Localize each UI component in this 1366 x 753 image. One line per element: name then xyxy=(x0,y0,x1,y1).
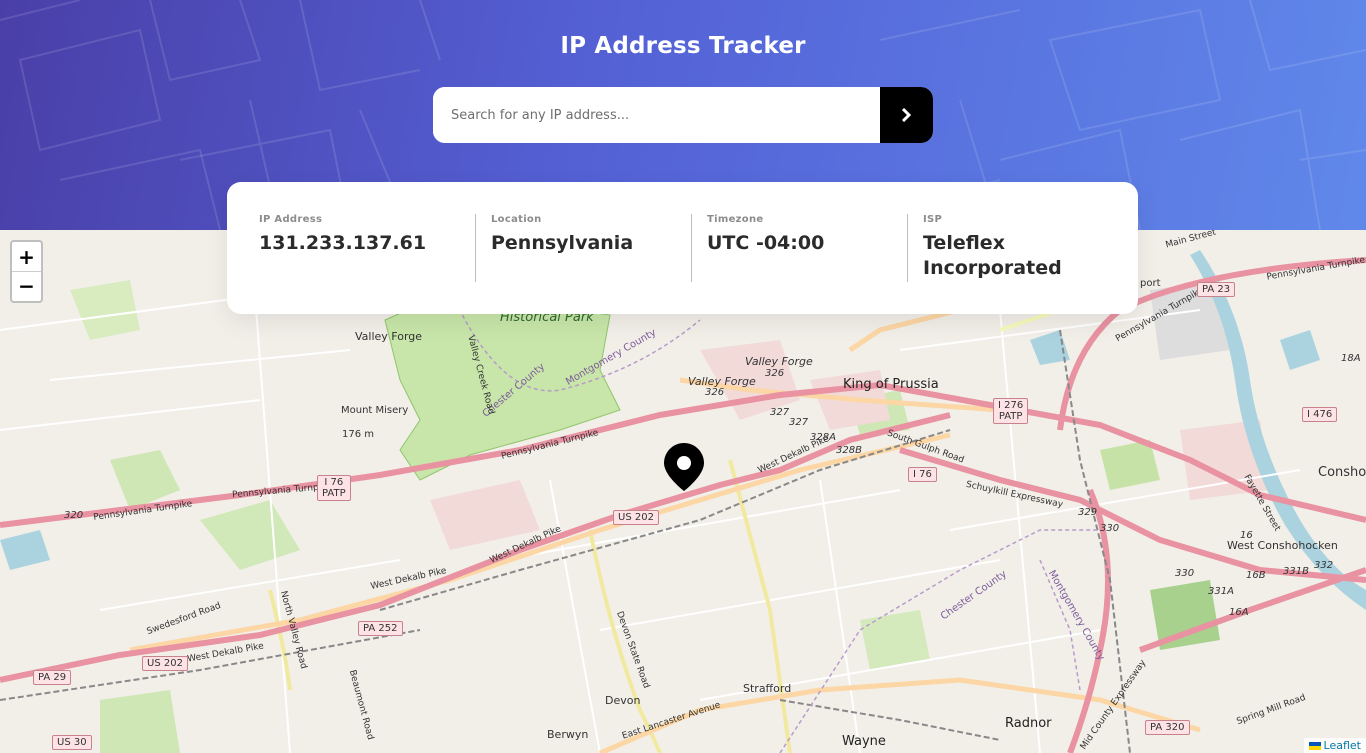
location-pin-icon xyxy=(664,443,704,491)
map-label: 329 xyxy=(1078,507,1098,518)
map-label: 16B xyxy=(1246,570,1266,581)
chevron-right-icon xyxy=(901,108,912,122)
map-label: 327 xyxy=(770,407,790,418)
timezone-block: Timezone UTC -04:00 xyxy=(691,214,907,314)
map-label: 328A xyxy=(810,432,836,443)
map-label: 320 xyxy=(64,510,84,521)
attribution-link[interactable]: Leaflet xyxy=(1324,739,1361,752)
location-label: Location xyxy=(491,214,542,225)
map-label: Consho xyxy=(1318,465,1366,480)
map-label: Berwyn xyxy=(547,728,589,741)
route-shield: US 30 xyxy=(52,735,92,750)
ip-search-input[interactable] xyxy=(433,87,880,143)
map-label: 331B xyxy=(1283,566,1309,577)
timezone-label: Timezone xyxy=(707,214,764,225)
ip-info-card: IP Address 131.233.137.61 Location Penns… xyxy=(227,182,1138,314)
route-shield: I 476 xyxy=(1302,407,1338,422)
map-label: Strafford xyxy=(743,682,792,695)
map-label: King of Prussia xyxy=(843,377,939,392)
map-label: 16A xyxy=(1229,607,1249,618)
map-label: Valley Forge xyxy=(745,355,813,368)
route-shield: PA 29 xyxy=(33,670,72,685)
page-title: IP Address Tracker xyxy=(560,33,806,59)
ip-search-bar xyxy=(433,87,933,143)
map-label: 18A xyxy=(1341,353,1361,364)
isp-label: ISP xyxy=(923,214,943,225)
map-label: Valley Forge xyxy=(355,330,423,343)
map-label: 326 xyxy=(705,387,725,398)
map-label: 332 xyxy=(1314,560,1334,571)
location-value: Pennsylvania xyxy=(491,232,634,254)
isp-value: Teleflex Incorporated xyxy=(923,232,1062,279)
route-shield: I 276 PATP xyxy=(993,398,1029,424)
search-submit-button[interactable] xyxy=(880,87,933,143)
map-label: 16 xyxy=(1240,530,1253,541)
map-label: Devon xyxy=(605,694,641,707)
ukraine-flag-icon xyxy=(1308,742,1321,750)
map-label: 331A xyxy=(1208,586,1234,597)
route-shield: PA 23 xyxy=(1197,282,1236,297)
route-shield: US 202 xyxy=(142,656,188,671)
map-label: Wayne xyxy=(842,734,886,749)
map-label: Mount Misery xyxy=(341,405,409,416)
ip-address-block: IP Address 131.233.137.61 xyxy=(259,214,475,314)
location-block: Location Pennsylvania xyxy=(475,214,691,314)
route-shield: US 202 xyxy=(613,510,659,525)
route-shield: I 76 PATP xyxy=(317,475,351,501)
map-label: port xyxy=(1140,278,1161,289)
zoom-in-button[interactable]: + xyxy=(12,242,41,271)
map-label: 326 xyxy=(765,368,785,379)
route-shield: PA 252 xyxy=(358,621,403,636)
map-attribution[interactable]: Leaflet xyxy=(1303,738,1366,753)
ip-address-value: 131.233.137.61 xyxy=(259,232,427,254)
map-label: 328B xyxy=(836,445,862,456)
map-label: Radnor xyxy=(1005,716,1052,731)
isp-block: ISP Teleflex Incorporated xyxy=(907,214,1123,314)
location-pin-marker[interactable] xyxy=(663,442,705,496)
timezone-value: UTC -04:00 xyxy=(707,232,825,254)
ip-address-label: IP Address xyxy=(259,214,323,225)
map-label: 330 xyxy=(1175,568,1195,579)
map-label: 330 xyxy=(1100,523,1120,534)
map-label: 327 xyxy=(789,417,809,428)
zoom-out-button[interactable]: − xyxy=(12,271,41,300)
map-label: 176 m xyxy=(342,429,375,440)
route-shield: I 76 xyxy=(908,467,937,482)
map-zoom-control: + − xyxy=(10,240,43,303)
route-shield: PA 320 xyxy=(1145,720,1190,735)
